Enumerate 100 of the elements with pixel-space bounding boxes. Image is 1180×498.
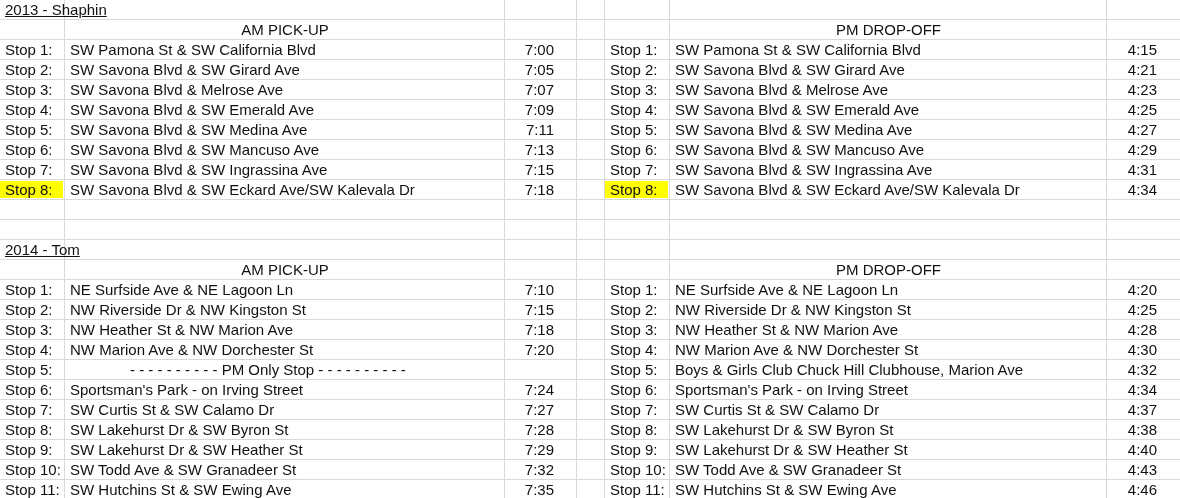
time-text: 4:34: [1127, 381, 1157, 398]
stop-label: Stop 4:: [4, 100, 54, 120]
address-text: SW Lakehurst Dr & SW Byron St: [70, 421, 289, 438]
address-text: SW Pamona St & SW California Blvd: [675, 41, 921, 58]
time-text: 7:05: [524, 61, 554, 78]
address-text: Boys & Girls Club Chuck Hill Clubhouse, Marion Ave: [675, 361, 1024, 378]
time-text: 4:15: [1127, 41, 1157, 58]
stop-label: Stop 11:: [4, 480, 61, 498]
stop-label: Stop 10:: [609, 460, 667, 480]
column-heading: AM PICK-UP: [241, 261, 329, 278]
stop-label: Stop 8:: [4, 420, 54, 440]
time-text: 4:34: [1127, 181, 1157, 198]
stop-label: Stop 6:: [609, 380, 659, 400]
address-text: SW Savona Blvd & SW Medina Ave: [675, 121, 913, 138]
stop-label: Stop 3:: [4, 320, 54, 340]
address-text: SW Savona Blvd & SW Ingrassina Ave: [675, 161, 933, 178]
address-text: NW Riverside Dr & NW Kingston St: [70, 301, 306, 318]
stop-label: Stop 2:: [4, 60, 54, 80]
time-text: 4:37: [1127, 401, 1157, 418]
time-text: 4:46: [1127, 481, 1157, 498]
address-text: SW Savona Blvd & SW Mancuso Ave: [70, 141, 319, 158]
time-text: 7:35: [524, 481, 554, 498]
stop-label: Stop 8:: [0, 181, 63, 198]
stop-label: Stop 5:: [4, 360, 54, 380]
time-text: 7:29: [524, 441, 554, 458]
stop-label: Stop 2:: [609, 300, 659, 320]
address-text: NE Surfside Ave & NE Lagoon Ln: [70, 281, 294, 298]
time-text: 4:25: [1127, 301, 1157, 318]
time-text: 4:38: [1127, 421, 1157, 438]
address-text: NW Heather St & NW Marion Ave: [675, 321, 899, 338]
address-text: SW Hutchins St & SW Ewing Ave: [70, 481, 292, 498]
address-text: SW Savona Blvd & SW Eckard Ave/SW Kalevala Dr: [675, 181, 1020, 198]
address-text: SW Lakehurst Dr & SW Heather St: [675, 441, 908, 458]
stop-label: Stop 4:: [609, 100, 659, 120]
address-text: Sportsman's Park - on Irving Street: [70, 381, 303, 398]
time-text: 7:28: [524, 421, 554, 438]
section-title: 2013 - Shaphin: [5, 1, 107, 18]
note-text: - - - - - - - - - - PM Only Stop - - - - - - - - - -: [129, 361, 406, 378]
stop-label: Stop 6:: [609, 140, 659, 160]
address-text: Sportsman's Park - on Irving Street: [675, 381, 908, 398]
time-text: 4:25: [1127, 101, 1157, 118]
time-text: 7:11: [525, 121, 554, 138]
address-text: SW Savona Blvd & Melrose Ave: [70, 81, 284, 98]
section-title: 2014 - Tom: [5, 241, 80, 258]
stop-label: Stop 2:: [609, 60, 659, 80]
address-text: SW Savona Blvd & SW Girard Ave: [675, 61, 905, 78]
stop-label: Stop 1:: [4, 40, 54, 60]
address-text: SW Savona Blvd & SW Medina Ave: [70, 121, 308, 138]
column-heading: AM PICK-UP: [241, 21, 329, 38]
time-text: 4:28: [1127, 321, 1157, 338]
address-text: SW Savona Blvd & SW Girard Ave: [70, 61, 300, 78]
stop-label: Stop 4:: [609, 340, 659, 360]
address-text: SW Savona Blvd & Melrose Ave: [675, 81, 889, 98]
column-heading: PM DROP-OFF: [836, 21, 941, 38]
time-text: 7:09: [524, 101, 554, 118]
stop-label: Stop 1:: [609, 40, 659, 60]
stop-label: Stop 5:: [4, 120, 54, 140]
time-text: 7:27: [524, 401, 554, 418]
stop-label: Stop 7:: [4, 400, 54, 420]
address-text: SW Todd Ave & SW Granadeer St: [675, 461, 902, 478]
address-text: SW Pamona St & SW California Blvd: [70, 41, 316, 58]
time-text: 7:00: [524, 41, 554, 58]
address-text: SW Savona Blvd & SW Ingrassina Ave: [70, 161, 328, 178]
address-text: NW Marion Ave & NW Dorchester St: [675, 341, 919, 358]
column-heading: PM DROP-OFF: [836, 261, 941, 278]
stop-label: Stop 10:: [4, 460, 62, 480]
time-text: 7:13: [524, 141, 554, 158]
stop-label: Stop 2:: [4, 300, 54, 320]
time-text: 7:18: [524, 321, 554, 338]
time-text: 7:15: [524, 301, 554, 318]
time-text: 7:07: [524, 81, 554, 98]
stop-label: Stop 11:: [609, 480, 666, 498]
time-text: 7:15: [524, 161, 554, 178]
address-text: SW Curtis St & SW Calamo Dr: [70, 401, 275, 418]
stop-label: Stop 5:: [609, 360, 659, 380]
stop-label: Stop 4:: [4, 340, 54, 360]
time-text: 4:30: [1127, 341, 1157, 358]
stop-label: Stop 9:: [4, 440, 54, 460]
time-text: 7:32: [524, 461, 554, 478]
address-text: NW Riverside Dr & NW Kingston St: [675, 301, 911, 318]
time-text: 7:24: [524, 381, 554, 398]
address-text: SW Lakehurst Dr & SW Heather St: [70, 441, 303, 458]
stop-label: Stop 3:: [4, 80, 54, 100]
stop-label: Stop 6:: [4, 140, 54, 160]
time-text: 7:10: [524, 281, 554, 298]
address-text: SW Curtis St & SW Calamo Dr: [675, 401, 880, 418]
address-text: SW Savona Blvd & SW Eckard Ave/SW Kalevala Dr: [70, 181, 415, 198]
address-text: NW Marion Ave & NW Dorchester St: [70, 341, 314, 358]
stop-label: Stop 7:: [609, 400, 659, 420]
time-text: 4:21: [1127, 61, 1157, 78]
address-text: SW Savona Blvd & SW Emerald Ave: [675, 101, 919, 118]
time-text: 4:40: [1127, 441, 1157, 458]
address-text: SW Savona Blvd & SW Emerald Ave: [70, 101, 314, 118]
stop-label: Stop 6:: [4, 380, 54, 400]
time-text: 4:32: [1127, 361, 1157, 378]
stop-label: Stop 3:: [609, 80, 659, 100]
time-text: 4:27: [1127, 121, 1157, 138]
time-text: 4:43: [1127, 461, 1157, 478]
address-text: SW Lakehurst Dr & SW Byron St: [675, 421, 894, 438]
stop-label: Stop 8:: [605, 181, 668, 198]
